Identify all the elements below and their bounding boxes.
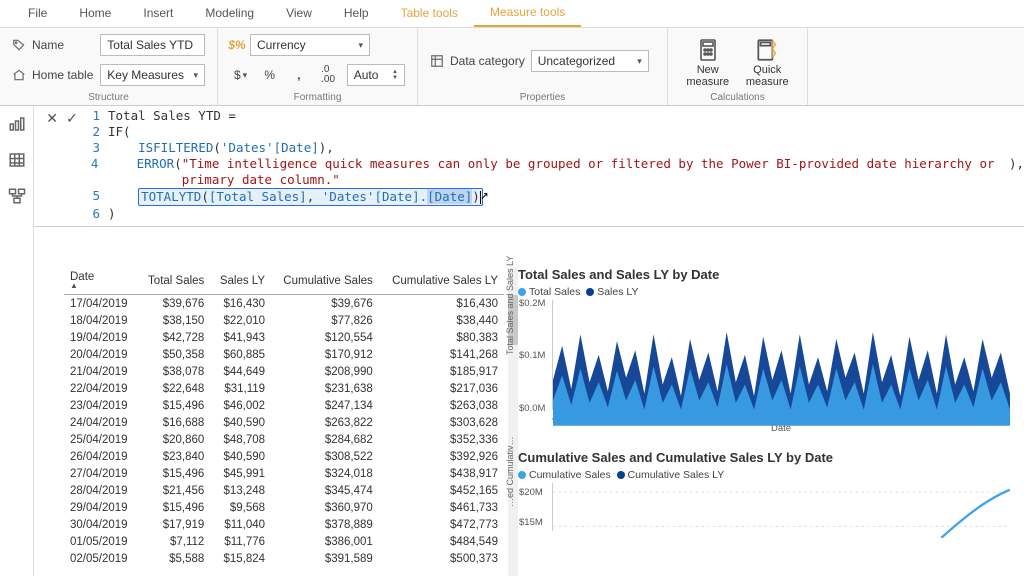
ribbon: Name Total Sales YTD Home table Key Meas… bbox=[0, 28, 1024, 106]
y-axis-label: …ed Cumulativ… bbox=[505, 436, 515, 507]
group-label-calculations: Calculations bbox=[680, 90, 795, 103]
data-view-icon[interactable] bbox=[7, 150, 27, 170]
table-row[interactable]: 25/04/2019$20,860$48,708$284,682$352,336 bbox=[64, 431, 504, 448]
chart-plot bbox=[553, 483, 1010, 538]
formula-bar[interactable]: ✕ ✓ 1Total Sales YTD = 2IF( 3 ISFILTERED… bbox=[34, 106, 1024, 227]
sales-table[interactable]: Date▲ Total Sales Sales LY Cumulative Sa… bbox=[64, 267, 504, 576]
group-label-properties: Properties bbox=[430, 90, 655, 103]
chart-legend: Total Sales Sales LY bbox=[518, 286, 1010, 298]
new-measure-button[interactable]: New measure bbox=[680, 32, 736, 90]
chart-plot bbox=[553, 300, 1010, 426]
commit-formula-icon[interactable]: ✓ bbox=[66, 110, 78, 127]
category-icon bbox=[430, 54, 444, 68]
chevron-down-icon: ▾ bbox=[193, 70, 198, 81]
table-row[interactable]: 21/04/2019$38,078$44,649$208,990$185,917 bbox=[64, 363, 504, 380]
data-category-label: Data category bbox=[450, 54, 525, 68]
table-row[interactable]: 02/05/2019$5,588$15,824$391,589$500,373 bbox=[64, 550, 504, 567]
col-sales-ly[interactable]: Sales LY bbox=[210, 267, 271, 295]
table-row[interactable]: 29/04/2019$15,496$9,568$360,970$461,733 bbox=[64, 499, 504, 516]
table-row[interactable]: 26/04/2019$23,840$40,590$308,522$392,926 bbox=[64, 448, 504, 465]
col-cum-sales-ly[interactable]: Cumulative Sales LY bbox=[379, 267, 504, 295]
table-row[interactable]: 20/04/2019$50,358$60,885$170,912$141,268 bbox=[64, 346, 504, 363]
home-table-label: Home table bbox=[32, 68, 94, 82]
percent-button[interactable]: % bbox=[259, 64, 280, 86]
chart-total-sales[interactable]: Total Sales and Sales LY by Date Total S… bbox=[518, 267, 1010, 434]
currency-button[interactable]: $▾ bbox=[230, 64, 251, 86]
table-row[interactable]: 24/04/2019$16,688$40,590$263,822$303,628 bbox=[64, 414, 504, 431]
tab-home[interactable]: Home bbox=[63, 1, 127, 26]
decimals-field[interactable]: Auto▲▼ bbox=[347, 64, 405, 86]
y-axis-label: Total Sales and Sales LY bbox=[505, 255, 515, 354]
tab-help[interactable]: Help bbox=[328, 1, 385, 26]
table-row[interactable]: 19/04/2019$42,728$41,943$120,554$80,383 bbox=[64, 329, 504, 346]
chevron-down-icon: ▾ bbox=[358, 40, 363, 51]
col-total-sales[interactable]: Total Sales bbox=[138, 267, 210, 295]
table-row[interactable]: 30/04/2019$17,919$11,040$378,889$472,773 bbox=[64, 516, 504, 533]
table-row[interactable]: 17/04/2019$39,676$16,430$39,676$16,430 bbox=[64, 295, 504, 313]
tag-icon bbox=[12, 38, 26, 52]
table-row[interactable]: 23/04/2019$15,496$46,002$247,134$263,038 bbox=[64, 397, 504, 414]
tab-modeling[interactable]: Modeling bbox=[189, 1, 270, 26]
col-date[interactable]: Date▲ bbox=[64, 267, 138, 295]
table-row[interactable]: 28/04/2019$21,456$13,248$345,474$452,165 bbox=[64, 482, 504, 499]
tab-measure-tools[interactable]: Measure tools bbox=[474, 0, 581, 27]
group-label-formatting: Formatting bbox=[230, 90, 405, 103]
tab-insert[interactable]: Insert bbox=[127, 1, 189, 26]
quick-measure-button[interactable]: Quick measure bbox=[740, 32, 796, 90]
calculator-icon bbox=[694, 36, 722, 64]
quick-calc-icon bbox=[753, 36, 781, 64]
cancel-formula-icon[interactable]: ✕ bbox=[46, 110, 58, 127]
chart-title: Cumulative Sales and Cumulative Sales LY… bbox=[518, 450, 1010, 465]
formula-editor[interactable]: 1Total Sales YTD = 2IF( 3 ISFILTERED('Da… bbox=[90, 106, 1024, 226]
tab-file[interactable]: File bbox=[12, 1, 63, 26]
table-row[interactable]: 18/04/2019$38,150$22,010$77,826$38,440 bbox=[64, 312, 504, 329]
chart-legend: Cumulative Sales Cumulative Sales LY bbox=[518, 469, 1010, 481]
name-label: Name bbox=[32, 38, 94, 52]
name-field[interactable]: Total Sales YTD bbox=[100, 34, 205, 56]
chart-cumulative-sales[interactable]: Cumulative Sales and Cumulative Sales LY… bbox=[518, 450, 1010, 531]
decimals-icon: .0.00 bbox=[318, 64, 339, 86]
ribbon-tabs: File Home Insert Modeling View Help Tabl… bbox=[0, 0, 1024, 28]
data-category-field[interactable]: Uncategorized▾ bbox=[531, 50, 649, 72]
report-view-icon[interactable] bbox=[7, 114, 27, 134]
table-row[interactable]: 27/04/2019$15,496$45,991$324,018$438,917 bbox=[64, 465, 504, 482]
table-row[interactable]: 22/04/2019$22,648$31,119$231,638$217,036 bbox=[64, 380, 504, 397]
model-view-icon[interactable] bbox=[7, 186, 27, 206]
table-row[interactable]: 01/05/2019$7,112$11,776$386,001$484,549 bbox=[64, 533, 504, 550]
format-field[interactable]: Currency▾ bbox=[250, 34, 370, 56]
tab-table-tools[interactable]: Table tools bbox=[385, 1, 474, 26]
chevron-down-icon: ▾ bbox=[637, 56, 642, 67]
col-cum-sales[interactable]: Cumulative Sales bbox=[271, 267, 379, 295]
thousands-button[interactable]: , bbox=[288, 64, 309, 86]
format-icon: $% bbox=[230, 38, 244, 52]
chart-title: Total Sales and Sales LY by Date bbox=[518, 267, 1010, 282]
tab-view[interactable]: View bbox=[270, 1, 328, 26]
group-label-structure: Structure bbox=[12, 90, 205, 103]
home-icon bbox=[12, 68, 26, 82]
home-table-field[interactable]: Key Measures▾ bbox=[100, 64, 205, 86]
view-rail bbox=[0, 106, 34, 576]
